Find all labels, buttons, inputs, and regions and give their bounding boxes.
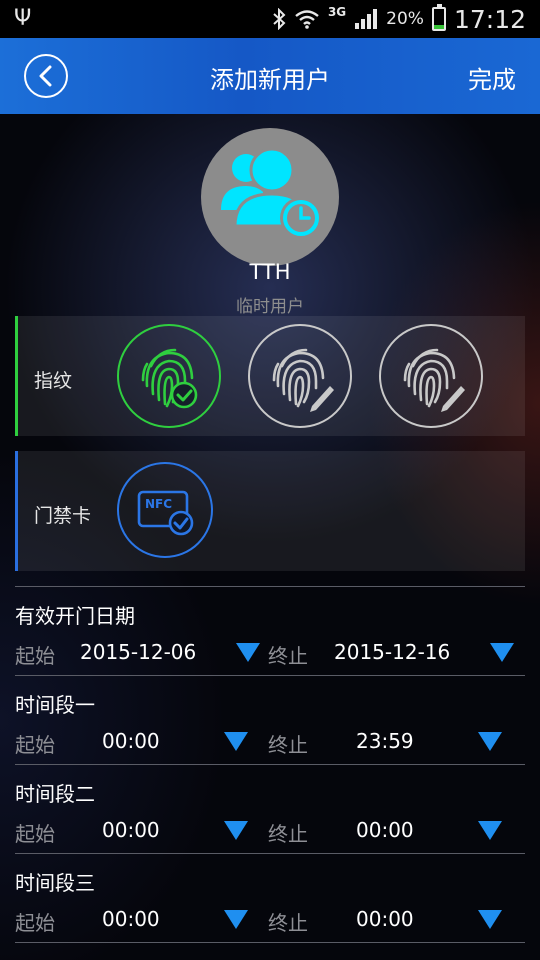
period-3-end-value[interactable]: 00:00 [356,907,414,931]
status-bar: Ψ 3G 20% 17:12 [0,0,540,38]
fingerprint-panel: 指纹 [15,316,525,436]
period-3-start-dropdown-icon[interactable] [224,910,248,929]
period-1-start-dropdown-icon[interactable] [224,732,248,751]
done-button[interactable]: 完成 [468,60,516,95]
access-card-label: 门禁卡 [34,505,92,527]
user-name: TTH [249,260,291,284]
fingerprint-slot-2[interactable] [248,324,352,428]
period-1-end-label: 终止 [268,733,308,757]
period-2-start-label: 起始 [15,822,55,846]
period-2-title: 时间段二 [15,782,95,806]
fingerprint-slot-3[interactable] [379,324,483,428]
fingerprint-label: 指纹 [34,370,73,392]
access-card-panel: 门禁卡 NFC [15,451,525,571]
avatar[interactable] [201,128,339,266]
fingerprint-slot-1[interactable] [117,324,221,428]
period-1-start-label: 起始 [15,733,55,757]
access-card-slot[interactable]: NFC [117,462,213,558]
date-end-dropdown-icon[interactable] [490,643,514,662]
app-header: 添加新用户 完成 [0,38,540,114]
period-2-start-value[interactable]: 00:00 [102,818,160,842]
nfc-text: NFC [145,497,172,511]
divider [15,942,525,943]
period-3-title: 时间段三 [15,871,95,895]
nfc-card-check-icon: NFC [137,490,194,536]
wifi-icon [295,10,319,29]
period-3-end-label: 终止 [268,911,308,935]
period-1-start-value[interactable]: 00:00 [102,729,160,753]
fingerprint-edit-icon [272,348,334,412]
usb-icon: Ψ [14,6,32,31]
fingerprint-edit-icon [403,348,465,412]
date-end-value[interactable]: 2015-12-16 [334,640,450,664]
date-start-label: 起始 [15,644,55,668]
fingerprint-check-icon [141,348,198,409]
network-type: 3G [327,5,347,19]
period-3-start-value[interactable]: 00:00 [102,907,160,931]
battery-icon [431,4,446,31]
valid-dates-title: 有效开门日期 [15,604,135,628]
date-start-dropdown-icon[interactable] [236,643,260,662]
divider [15,764,525,765]
period-1-end-dropdown-icon[interactable] [478,732,502,751]
date-start-value[interactable]: 2015-12-06 [80,640,196,664]
divider [15,853,525,854]
date-end-label: 终止 [268,644,308,668]
period-2-end-label: 终止 [268,822,308,846]
period-2-end-value[interactable]: 00:00 [356,818,414,842]
bluetooth-icon [273,8,286,30]
period-1-end-value[interactable]: 23:59 [356,729,414,753]
period-3-start-label: 起始 [15,911,55,935]
status-icons: 3G 20% 17:12 [272,0,526,38]
signal-icon [355,9,378,29]
user-type: 临时用户 [236,297,304,317]
period-3-end-dropdown-icon[interactable] [478,910,502,929]
temporary-user-icon [221,147,322,239]
page-title: 添加新用户 [210,66,330,94]
period-2-start-dropdown-icon[interactable] [224,821,248,840]
period-2-end-dropdown-icon[interactable] [478,821,502,840]
clock: 17:12 [453,4,526,34]
battery-percent: 20% [386,9,424,29]
period-1-title: 时间段一 [15,693,95,717]
divider [15,675,525,676]
divider [15,586,525,587]
